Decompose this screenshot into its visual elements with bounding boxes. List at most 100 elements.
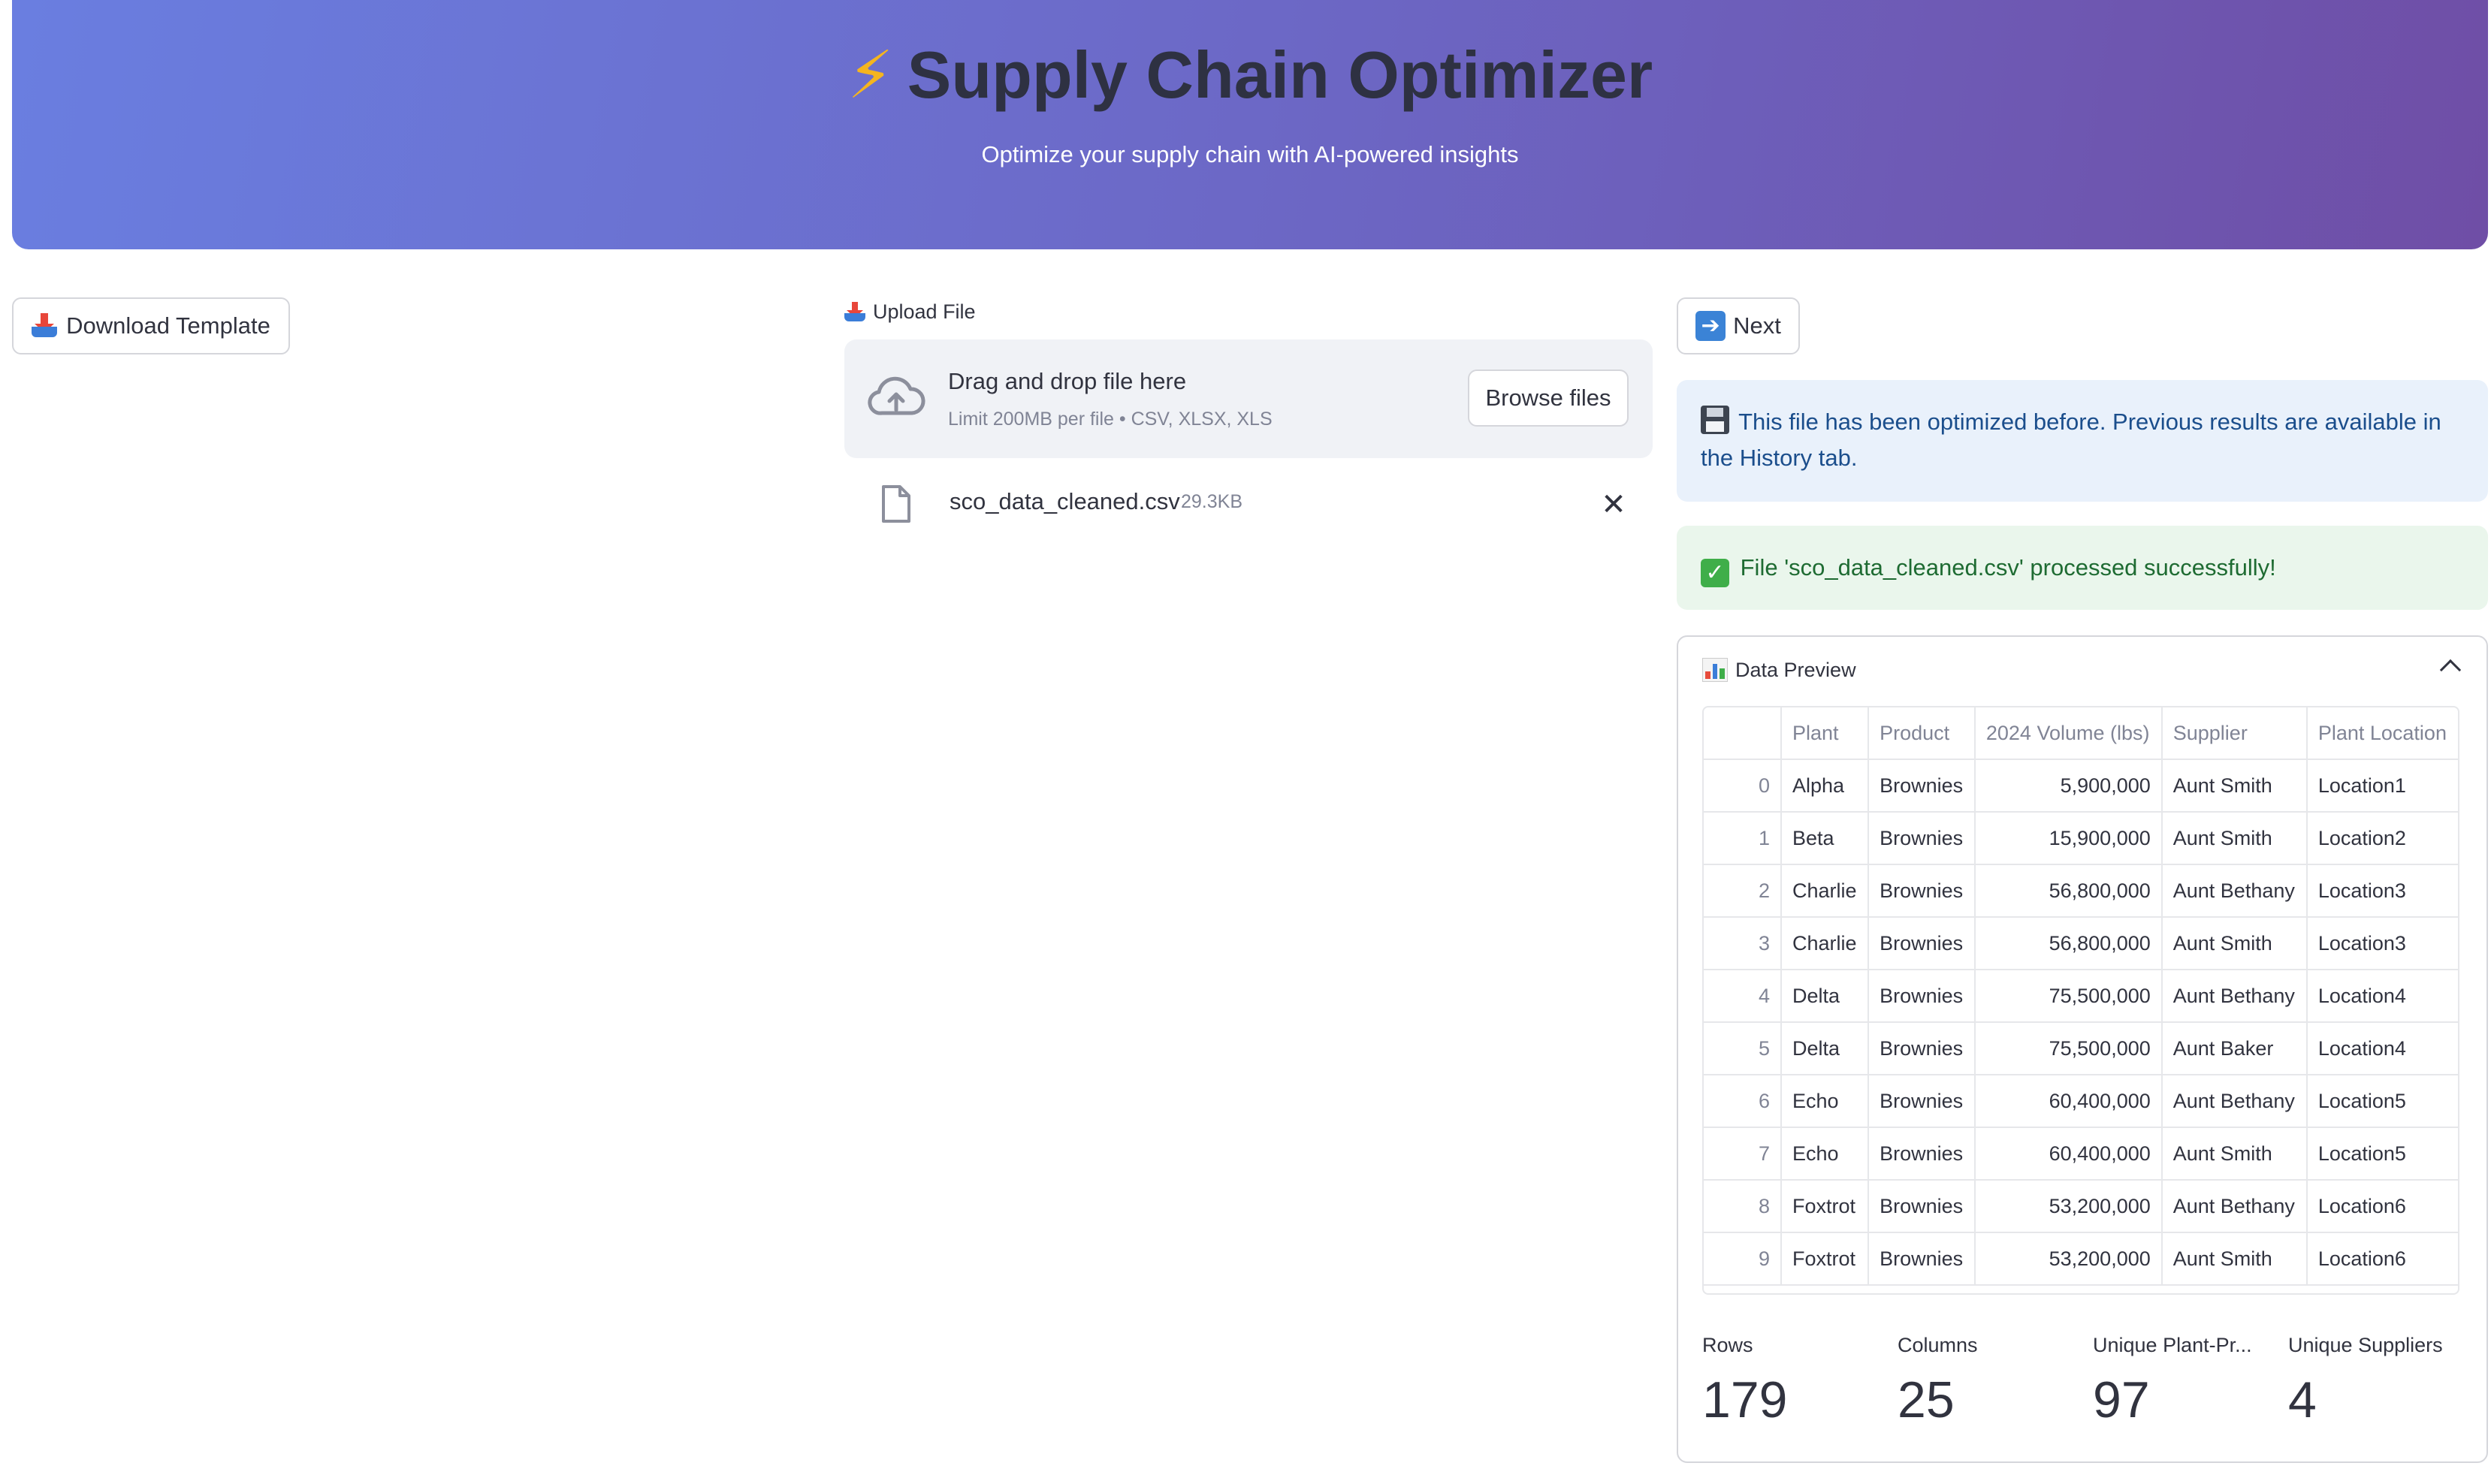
table-row-index[interactable]: 8: [1704, 1179, 1782, 1233]
table-cell[interactable]: Location4: [2305, 969, 2458, 1023]
table-row-index[interactable]: 9: [1704, 1232, 1782, 1286]
browse-files-button[interactable]: Browse files: [1468, 369, 1629, 427]
table-row: 5 Delta Brownies 75,500,000 Aunt Baker Locati…: [1704, 1021, 2458, 1075]
table-cell[interactable]: Location3: [2305, 864, 2458, 918]
table-cell[interactable]: Aunt Smith: [2160, 1127, 2308, 1181]
table-cell[interactable]: Aunt Bethany: [2160, 1074, 2308, 1128]
table-cell[interactable]: 56,800,000: [1973, 864, 2163, 918]
table-cell[interactable]: Brownies: [1867, 811, 1976, 865]
table-cell[interactable]: Aunt Bethany: [2160, 969, 2308, 1023]
table-cell[interactable]: Beta: [1780, 811, 1870, 865]
table-cell[interactable]: Alpha: [1780, 759, 1870, 813]
file-dropzone[interactable]: Drag and drop file here Limit 200MB per …: [844, 339, 1653, 458]
table-column-header[interactable]: Plant Location: [2305, 707, 2458, 760]
table-cell[interactable]: Location5: [2305, 1127, 2458, 1181]
table-cell[interactable]: 5,900,000: [1973, 759, 2163, 813]
chevron-up-icon[interactable]: [2439, 659, 2462, 681]
table-cell[interactable]: Brownies: [1867, 1179, 1976, 1233]
table-cell[interactable]: Aunt Baker: [2160, 1021, 2308, 1075]
table-cell[interactable]: 56,800,000: [1973, 916, 2163, 970]
table-row-index[interactable]: 5: [1704, 1021, 1782, 1075]
table-cell[interactable]: 15,900,000: [1973, 811, 2163, 865]
app-root: ⚡ Supply Chain Optimizer Optimize your su…: [0, 0, 2491, 1484]
table-cell[interactable]: Delta: [1780, 969, 1870, 1023]
table-column-header[interactable]: Plant: [1780, 707, 1870, 760]
table-column-header[interactable]: Supplier: [2160, 707, 2308, 760]
metric-unique-plant-products: Unique Plant-Pr... 97: [2093, 1334, 2252, 1429]
table-cell[interactable]: Location5: [2305, 1074, 2458, 1128]
table-cell[interactable]: 75,500,000: [1973, 969, 2163, 1023]
download-template-label: Download Template: [66, 312, 270, 339]
table-row-index[interactable]: 0: [1704, 759, 1782, 813]
table-cell[interactable]: 53,200,000: [1973, 1179, 2163, 1233]
lightning-icon: ⚡: [847, 38, 894, 112]
table-row-index[interactable]: 3: [1704, 916, 1782, 970]
table-cell[interactable]: 60,400,000: [1973, 1127, 2163, 1181]
table-cell[interactable]: Location6: [2305, 1179, 2458, 1233]
table-cell[interactable]: Foxtrot: [1780, 1232, 1870, 1286]
table-cell[interactable]: Location2: [2305, 811, 2458, 865]
table-cell[interactable]: Brownies: [1867, 759, 1976, 813]
table-cell[interactable]: 60,400,000: [1973, 1074, 2163, 1128]
metric-label: Columns: [1898, 1334, 1978, 1356]
download-template-button[interactable]: Download Template: [12, 297, 290, 354]
table-cell[interactable]: 75,500,000: [1973, 1021, 2163, 1075]
table-cell[interactable]: Brownies: [1867, 916, 1976, 970]
data-table[interactable]: Plant Product 2024 Volume (lbs) Supplier Pla…: [1702, 706, 2459, 1295]
table-cell[interactable]: Brownies: [1867, 969, 1976, 1023]
success-alert-text: File 'sco_data_cleaned.csv' processed su…: [1740, 554, 2276, 581]
table-cell[interactable]: Charlie: [1780, 916, 1870, 970]
table-cell[interactable]: Delta: [1780, 1021, 1870, 1075]
table-cell[interactable]: Location3: [2305, 916, 2458, 970]
table-row: 9 Foxtrot Brownies 53,200,000 Aunt Smith Loca…: [1704, 1232, 2458, 1286]
table-cell[interactable]: Location6: [2305, 1232, 2458, 1286]
table-column-header[interactable]: Product: [1867, 707, 1976, 760]
table-cell[interactable]: Brownies: [1867, 1127, 1976, 1181]
remove-file-icon[interactable]: ✕: [1597, 488, 1630, 521]
floppy-disk-icon: [1701, 406, 1729, 434]
next-button[interactable]: ➔ Next: [1677, 297, 1800, 354]
table-row-index[interactable]: 6: [1704, 1074, 1782, 1128]
table-row-index[interactable]: 2: [1704, 864, 1782, 918]
table-row-index[interactable]: 4: [1704, 969, 1782, 1023]
metric-label: Unique Suppliers: [2288, 1334, 2443, 1356]
table-cell[interactable]: Aunt Smith: [2160, 1232, 2308, 1286]
table-cell[interactable]: Location1: [2305, 759, 2458, 813]
cloud-upload-icon: [868, 376, 925, 415]
table-cell[interactable]: Location4: [2305, 1021, 2458, 1075]
table-row: 1 Beta Brownies 15,900,000 Aunt Smith Locatio…: [1704, 811, 2458, 865]
page-subtitle: Optimize your supply chain with AI-power…: [981, 141, 1519, 167]
table-index-header[interactable]: [1704, 707, 1782, 760]
metric-value: 97: [2093, 1371, 2150, 1428]
upload-file-label: Upload File: [844, 300, 976, 324]
table-row: 0 Alpha Brownies 5,900,000 Aunt Smith Locatio…: [1704, 759, 2458, 813]
table-cell[interactable]: 53,200,000: [1973, 1232, 2163, 1286]
table-cell[interactable]: Brownies: [1867, 1074, 1976, 1128]
table-row-index[interactable]: 7: [1704, 1127, 1782, 1181]
table-cell[interactable]: Aunt Smith: [2160, 811, 2308, 865]
inbox-tray-icon: [844, 301, 865, 323]
table-row: 3 Charlie Brownies 56,800,000 Aunt Smith Loca…: [1704, 916, 2458, 970]
table-cell[interactable]: Aunt Smith: [2160, 916, 2308, 970]
uploaded-file-size: 29.3KB: [1181, 491, 1243, 512]
file-icon: [882, 485, 910, 523]
info-alert: This file has been optimized before. Pre…: [1677, 380, 2488, 502]
table-cell[interactable]: Brownies: [1867, 864, 1976, 918]
table-cell[interactable]: Brownies: [1867, 1021, 1976, 1075]
table-row-index[interactable]: 1: [1704, 811, 1782, 865]
table-cell[interactable]: Aunt Bethany: [2160, 1179, 2308, 1233]
data-preview-header[interactable]: Data Preview: [1702, 658, 1856, 682]
table-cell[interactable]: Aunt Smith: [2160, 759, 2308, 813]
table-column-header[interactable]: 2024 Volume (lbs): [1973, 707, 2163, 760]
table-cell[interactable]: Aunt Bethany: [2160, 864, 2308, 918]
table-row: 6 Echo Brownies 60,400,000 Aunt Bethany Locat…: [1704, 1074, 2458, 1128]
upload-label-text: Upload File: [873, 300, 976, 323]
table-cell[interactable]: Foxtrot: [1780, 1179, 1870, 1233]
table-cell[interactable]: Echo: [1780, 1074, 1870, 1128]
table-cell[interactable]: Echo: [1780, 1127, 1870, 1181]
metric-value: 4: [2288, 1371, 2317, 1428]
bar-chart-icon: [1702, 658, 1728, 682]
table-cell[interactable]: Brownies: [1867, 1232, 1976, 1286]
table-cell[interactable]: Charlie: [1780, 864, 1870, 918]
page-title-text: Supply Chain Optimizer: [907, 38, 1653, 112]
